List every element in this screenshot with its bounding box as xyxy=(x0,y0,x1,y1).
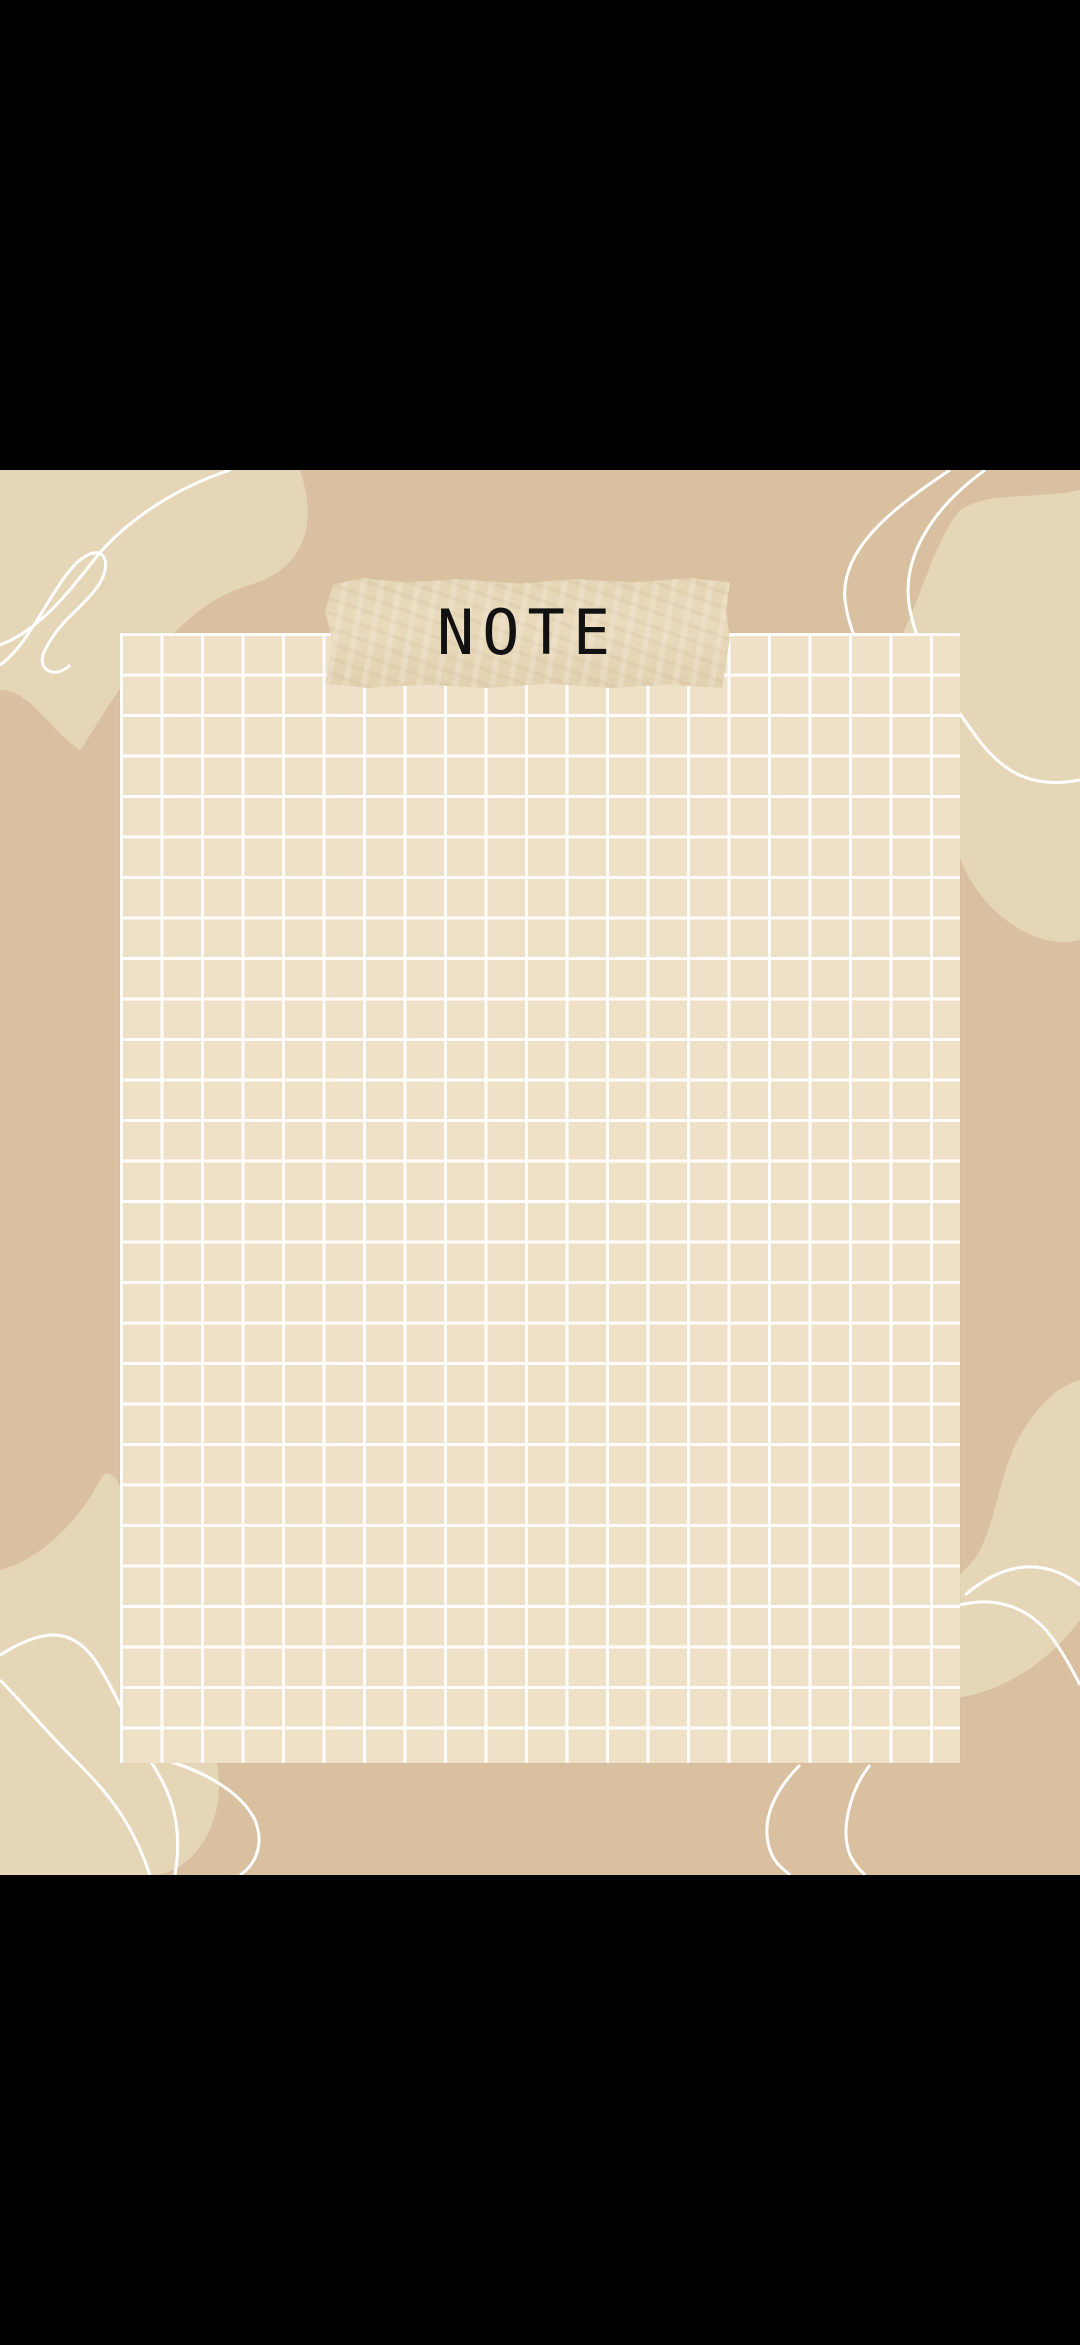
swirl-line-bottom-right-2 xyxy=(844,1764,872,1875)
note-title: NOTE xyxy=(436,596,619,669)
top-letterbox-bar xyxy=(0,0,1080,470)
note-wallpaper: NOTE xyxy=(0,470,1080,1875)
bottom-letterbox-bar xyxy=(0,1875,1080,2345)
grid-note-paper xyxy=(120,633,960,1763)
swirl-line-bottom-right-1 xyxy=(765,1763,802,1875)
